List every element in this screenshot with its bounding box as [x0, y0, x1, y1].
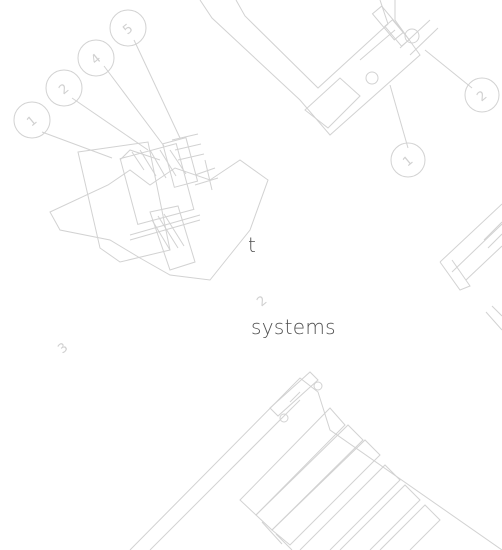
callout-left-4: 5: [109, 9, 147, 47]
callout-left-3: 4: [77, 39, 115, 77]
frame-assembly-top-right: [199, 0, 473, 149]
callout-bubbles: 1 2 4 5 2 1 2 3: [13, 9, 500, 357]
text-fragment-top: t: [248, 233, 257, 257]
callout-right-2: 1: [390, 142, 426, 178]
callout-label: 3: [55, 340, 71, 357]
callout-label: 2: [254, 293, 270, 310]
callout-label: 2: [474, 88, 490, 105]
callout-label: 2: [56, 81, 72, 98]
callout-left-2: 2: [45, 69, 83, 107]
callout-leaders-left: [41, 39, 181, 159]
callout-label: 1: [24, 113, 40, 130]
text-fragment-systems: systems: [251, 315, 336, 339]
bolt-joint-drawing: [49, 133, 269, 281]
grating-panel-drawing: [129, 371, 502, 550]
technical-drawing-background: 1 2 4 5 2 1 2 3: [13, 0, 502, 550]
bracket-drawing-right-edge: [439, 203, 502, 331]
callout-left-1: 1: [13, 101, 51, 139]
callout-label: 1: [400, 153, 416, 170]
callout-floating-1: 2: [254, 293, 270, 310]
callout-label: 5: [120, 21, 136, 38]
callout-floating-2: 3: [55, 340, 71, 357]
callout-right-1: 2: [464, 77, 500, 113]
callout-label: 4: [88, 51, 104, 68]
